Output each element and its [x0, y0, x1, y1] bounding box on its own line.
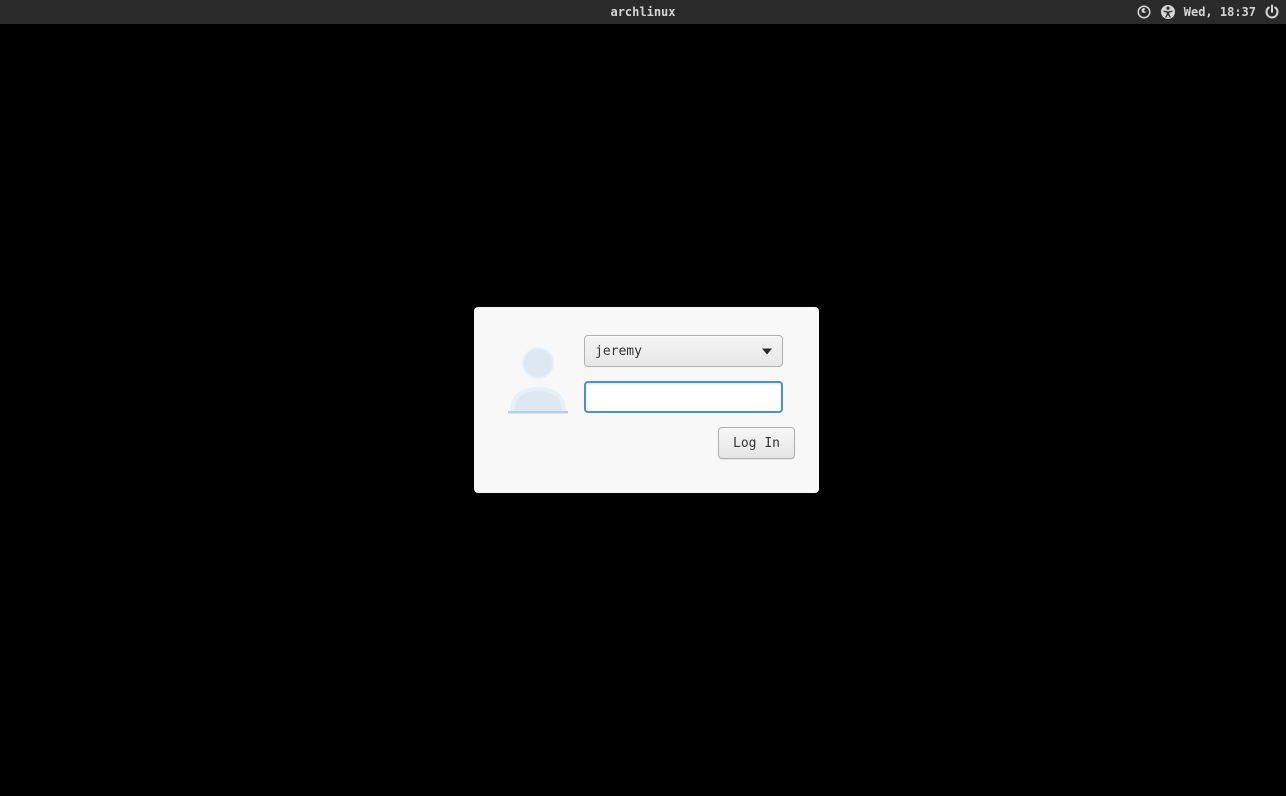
user-select-dropdown[interactable]: jeremy — [584, 335, 783, 367]
datetime-label: Wed, 18:37 — [1184, 5, 1256, 19]
password-input[interactable] — [584, 381, 783, 413]
power-icon[interactable] — [1264, 4, 1280, 20]
user-avatar-icon — [504, 341, 572, 415]
selected-user-label: jeremy — [595, 344, 642, 359]
hostname-text: archlinux — [610, 5, 675, 19]
panel-right-section: Wed, 18:37 — [1136, 0, 1280, 24]
top-panel: archlinux Wed, 18:37 — [0, 0, 1286, 24]
login-button[interactable]: Log In — [718, 427, 795, 459]
hostname-label: archlinux — [610, 0, 675, 24]
login-panel: jeremy Log In — [474, 307, 819, 493]
accessibility-icon[interactable] — [1160, 4, 1176, 20]
chevron-down-icon — [762, 344, 772, 359]
avatar-section — [492, 335, 584, 471]
session-icon[interactable] — [1136, 4, 1152, 20]
login-form: jeremy Log In — [584, 335, 795, 471]
